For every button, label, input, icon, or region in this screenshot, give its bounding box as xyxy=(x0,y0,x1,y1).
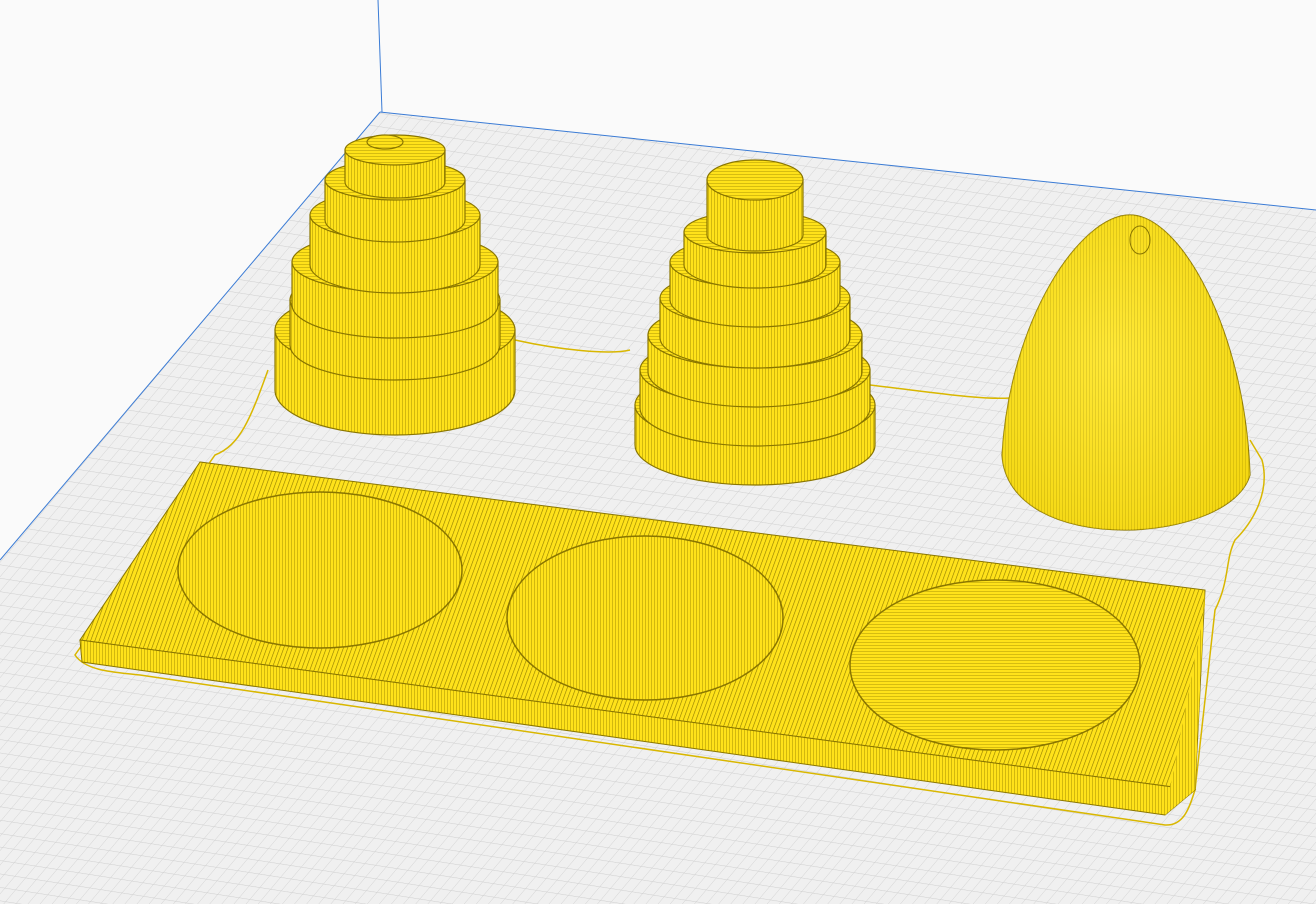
recess-right[interactable] xyxy=(849,579,1141,751)
3d-viewport[interactable] xyxy=(0,0,1316,904)
z-axis-line xyxy=(377,0,383,113)
build-plate-scene[interactable] xyxy=(0,0,1316,904)
recess-left[interactable] xyxy=(177,491,463,649)
recess-middle[interactable] xyxy=(506,535,784,701)
